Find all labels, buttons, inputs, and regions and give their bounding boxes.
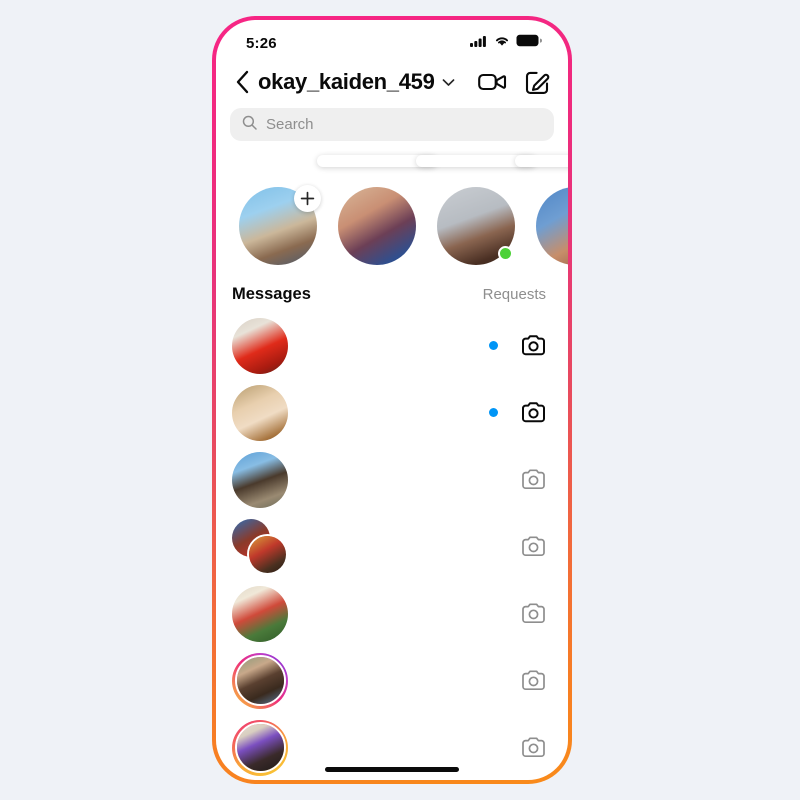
unread-indicator — [489, 408, 498, 417]
note-avatar-wrap — [238, 185, 321, 265]
avatar-photo — [535, 187, 568, 265]
avatar-with-story-ring[interactable] — [232, 719, 288, 776]
avatar-photo — [232, 585, 288, 642]
home-indicator-bar — [325, 766, 459, 772]
thread-row[interactable] — [232, 379, 568, 446]
phone-screen: 5:26 okay_kaiden_459 Search Messages Req… — [216, 20, 568, 780]
wifi-icon — [494, 34, 510, 52]
avatar-cell — [232, 384, 290, 441]
camera-icon[interactable] — [520, 469, 546, 490]
avatar-cell — [232, 719, 290, 776]
back-chevron-icon[interactable] — [230, 70, 254, 94]
cellular-signal-icon — [470, 34, 488, 52]
phone-frame: 5:26 okay_kaiden_459 Search Messages Req… — [212, 16, 572, 784]
camera-icon[interactable] — [520, 335, 546, 356]
messages-header: Messages Requests — [216, 273, 568, 312]
avatar-cell — [232, 585, 290, 642]
compose-icon[interactable] — [525, 70, 550, 95]
camera-icon[interactable] — [520, 536, 546, 557]
unread-indicator — [489, 341, 498, 350]
note-item[interactable] — [316, 155, 437, 269]
unread-indicator — [489, 475, 498, 484]
camera-icon[interactable] — [520, 402, 546, 423]
note-item[interactable] — [514, 155, 568, 269]
chevron-down-icon[interactable] — [442, 78, 455, 87]
avatar-group[interactable] — [232, 518, 288, 575]
thread-row[interactable] — [232, 580, 568, 647]
avatar-photo — [337, 187, 416, 265]
search-container: Search — [216, 106, 568, 151]
avatar[interactable] — [232, 451, 288, 508]
avatar-cell — [232, 652, 290, 709]
avatar[interactable] — [232, 384, 288, 441]
page-root: 5:26 okay_kaiden_459 Search Messages Req… — [0, 0, 800, 800]
avatar[interactable] — [337, 187, 416, 265]
note-avatar-wrap — [337, 187, 416, 265]
note-bubble[interactable] — [514, 155, 568, 167]
avatar-cell — [232, 317, 290, 374]
search-placeholder: Search — [266, 116, 314, 133]
avatar[interactable] — [232, 585, 288, 642]
avatar-photo — [232, 384, 288, 441]
search-icon — [242, 115, 257, 135]
messages-title: Messages — [232, 285, 311, 303]
thread-list[interactable] — [216, 312, 568, 780]
status-time: 5:26 — [246, 34, 277, 52]
avatar[interactable] — [232, 317, 288, 374]
avatar-photo — [232, 451, 288, 508]
camera-icon[interactable] — [520, 603, 546, 624]
camera-icon[interactable] — [520, 670, 546, 691]
avatar-photo — [236, 657, 284, 704]
page-title[interactable]: okay_kaiden_459 — [258, 69, 435, 95]
nav-header: okay_kaiden_459 — [216, 60, 568, 106]
battery-icon — [516, 34, 542, 52]
note-avatar-wrap — [535, 187, 568, 265]
unread-indicator — [489, 743, 498, 752]
search-input[interactable]: Search — [230, 108, 554, 141]
avatar-photo-secondary — [249, 535, 286, 573]
avatar-cell — [232, 451, 290, 508]
unread-indicator — [489, 676, 498, 685]
status-bar: 5:26 — [216, 20, 568, 60]
note-avatar-wrap — [436, 187, 515, 265]
thread-row[interactable] — [232, 647, 568, 714]
thread-row[interactable] — [232, 312, 568, 379]
note-item[interactable] — [415, 155, 536, 269]
avatar-cell — [232, 518, 290, 575]
video-camera-icon[interactable] — [478, 71, 507, 93]
status-indicators — [470, 34, 542, 52]
unread-indicator — [489, 542, 498, 551]
avatar[interactable] — [535, 187, 568, 265]
notes-row[interactable] — [216, 151, 568, 273]
avatar-photo — [232, 317, 288, 374]
requests-link[interactable]: Requests — [483, 286, 546, 303]
thread-row[interactable] — [232, 446, 568, 513]
avatar-photo — [236, 724, 284, 771]
add-note-button[interactable] — [293, 185, 321, 212]
avatar-with-story-ring[interactable] — [232, 652, 288, 709]
note-item[interactable] — [230, 165, 325, 269]
unread-indicator — [489, 609, 498, 618]
online-status-indicator — [497, 246, 513, 261]
camera-icon[interactable] — [520, 737, 546, 758]
thread-row[interactable] — [232, 513, 568, 580]
